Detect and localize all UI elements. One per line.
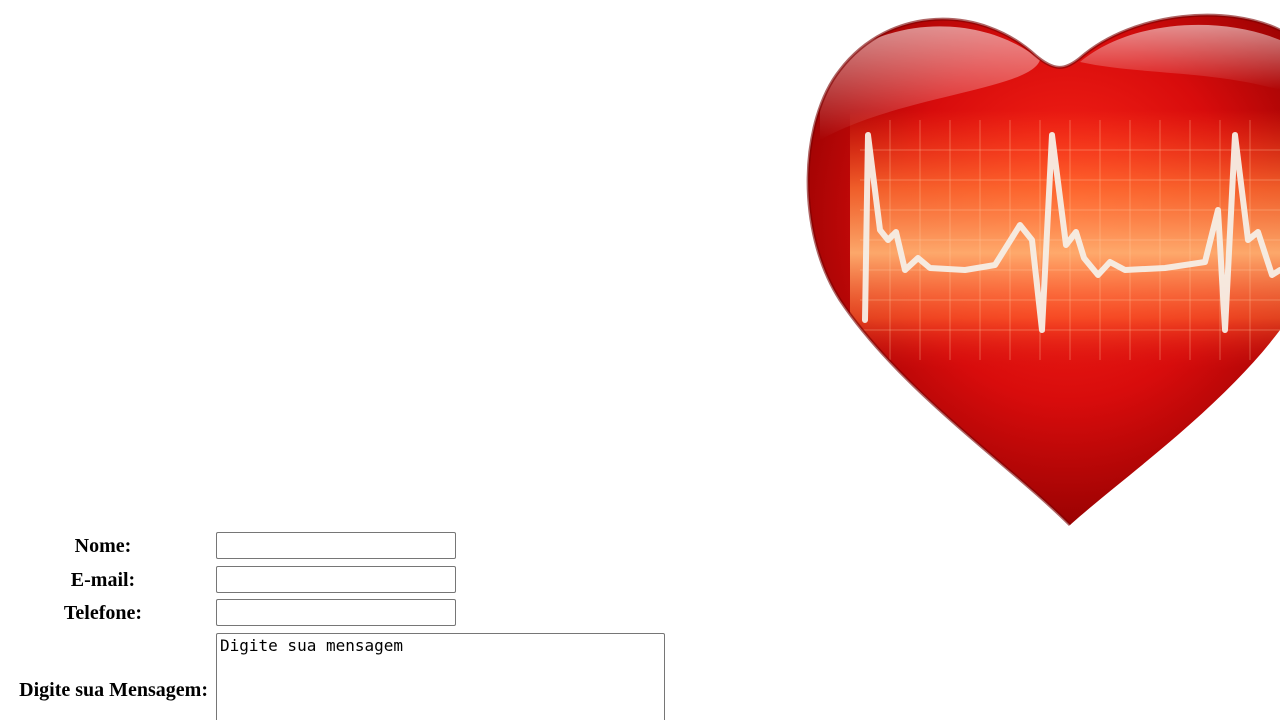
nome-label: Nome: [74, 535, 132, 557]
mensagem-label: Digite sua Mensagem: [19, 679, 208, 701]
nome-input[interactable] [216, 532, 456, 559]
email-label: E-mail: [70, 569, 136, 591]
heart-ekg-icon [806, 13, 1280, 527]
mensagem-textarea[interactable]: Digite sua mensagem [216, 633, 665, 720]
telefone-label: Telefone: [63, 602, 143, 624]
page: Nome: E-mail: Telefone: Digite sua Mensa… [0, 0, 1280, 720]
email-input[interactable] [216, 566, 456, 593]
telefone-input[interactable] [216, 599, 456, 626]
heart-ekg-image [780, 0, 1280, 540]
